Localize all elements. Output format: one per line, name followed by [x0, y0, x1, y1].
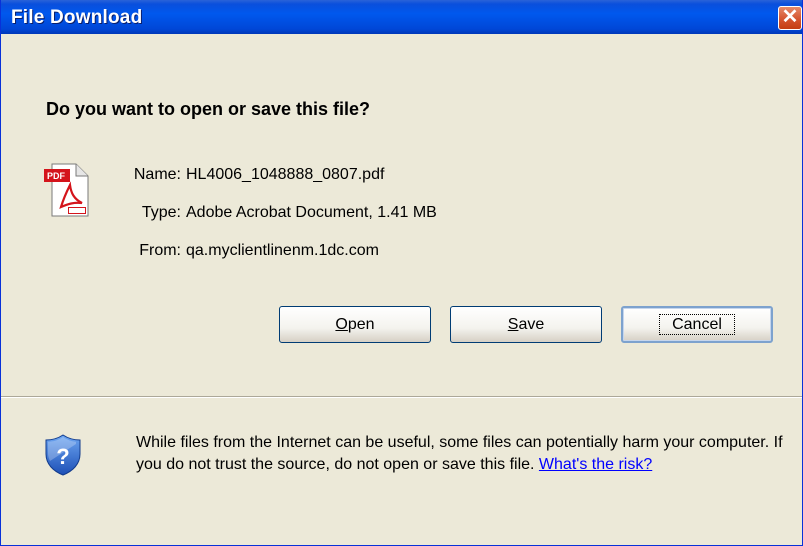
- save-label-rest: ave: [518, 315, 545, 333]
- shield-question-icon: ?: [45, 434, 81, 476]
- close-button[interactable]: ✕: [778, 6, 802, 30]
- file-name-value: HL4006_1048888_0807.pdf: [186, 166, 385, 183]
- save-button[interactable]: Save: [450, 306, 602, 343]
- open-mnemonic: O: [335, 315, 348, 333]
- warning-text: While files from the Internet can be use…: [136, 434, 783, 473]
- file-source-row: From: qa.myclientlinenm.1dc.com: [101, 242, 379, 260]
- file-download-dialog: File Download ✕ Do you want to open or s…: [0, 0, 803, 546]
- file-type-label: Type:: [141, 204, 181, 221]
- svg-text:?: ?: [56, 444, 69, 469]
- whats-the-risk-link[interactable]: What's the risk?: [539, 456, 652, 473]
- svg-text:PDF: PDF: [47, 171, 66, 181]
- open-button[interactable]: Open: [279, 306, 431, 343]
- file-name-label: Name:: [133, 166, 181, 183]
- file-source-value: qa.myclientlinenm.1dc.com: [186, 242, 379, 259]
- file-source-label: From:: [139, 242, 181, 259]
- dialog-question: Do you want to open or save this file?: [46, 99, 371, 119]
- open-label-rest: pen: [347, 315, 375, 333]
- title-bar[interactable]: File Download ✕: [1, 0, 802, 34]
- window-title: File Download: [11, 7, 143, 28]
- close-icon: ✕: [781, 6, 799, 28]
- save-mnemonic: S: [507, 315, 519, 333]
- section-divider: [1, 396, 802, 398]
- security-warning: While files from the Internet can be use…: [136, 432, 786, 476]
- pdf-icon: PDF: [44, 163, 89, 217]
- cancel-button[interactable]: Cancel: [621, 306, 773, 343]
- file-type-value: Adobe Acrobat Document, 1.41 MB: [186, 204, 437, 221]
- file-name-row: Name: HL4006_1048888_0807.pdf: [101, 166, 385, 184]
- file-type-row: Type: Adobe Acrobat Document, 1.41 MB: [101, 204, 437, 222]
- cancel-label: Cancel: [659, 313, 735, 335]
